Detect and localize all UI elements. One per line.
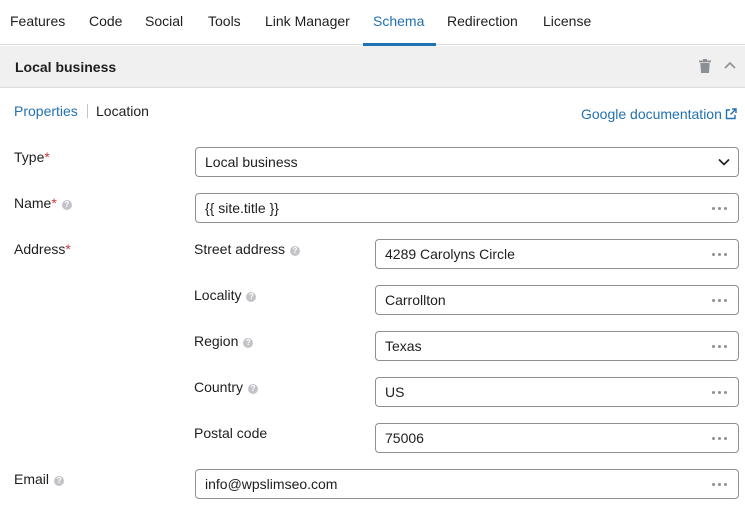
country-label-text: Country [194, 379, 244, 395]
street-address-input[interactable]: 4289 Carolyns Circle [375, 239, 739, 269]
settings-tabs: Features Code Social Tools Link Manager … [0, 0, 745, 46]
region-input[interactable]: Texas [375, 331, 739, 361]
email-label: Email? [14, 471, 65, 487]
help-icon[interactable]: ? [54, 476, 65, 486]
help-icon[interactable]: ? [246, 292, 257, 302]
locality-label: Locality? [194, 287, 257, 303]
name-input[interactable]: {{ site.title }} [195, 193, 739, 223]
tab-link-manager[interactable]: Link Manager [265, 0, 350, 45]
type-label-text: Type [14, 149, 45, 165]
tab-social[interactable]: Social [145, 0, 183, 45]
help-icon[interactable]: ? [248, 384, 259, 394]
more-options-icon[interactable] [712, 207, 728, 211]
help-icon[interactable]: ? [290, 246, 301, 256]
region-value: Texas [385, 338, 422, 354]
type-select-value: Local business [205, 154, 298, 170]
help-icon[interactable]: ? [61, 200, 72, 210]
tab-schema[interactable]: Schema [362, 0, 437, 46]
type-select[interactable]: Local business [195, 147, 739, 177]
name-label-text: Name [14, 195, 52, 211]
more-options-icon[interactable] [712, 345, 728, 349]
email-label-text: Email [14, 471, 50, 487]
chevron-down-icon [718, 158, 730, 166]
street-address-label: Street address? [194, 241, 301, 257]
country-value: US [385, 384, 405, 400]
name-input-value: {{ site.title }} [205, 200, 279, 216]
subtab-divider [87, 104, 88, 118]
street-address-value: 4289 Carolyns Circle [385, 246, 515, 262]
email-input[interactable]: info@wpslimseo.com [195, 469, 739, 499]
country-input[interactable]: US [375, 377, 739, 407]
more-options-icon[interactable] [712, 391, 728, 395]
postal-code-label: Postal code [194, 425, 267, 441]
country-label: Country? [194, 379, 259, 395]
chevron-up-icon[interactable] [723, 60, 737, 70]
help-icon[interactable]: ? [243, 338, 254, 348]
panel-title: Local business [15, 59, 117, 75]
more-options-icon[interactable] [712, 299, 728, 303]
tab-tools[interactable]: Tools [208, 0, 241, 45]
required-marker: * [65, 241, 71, 257]
postal-code-label-text: Postal code [194, 425, 268, 441]
required-marker: * [44, 149, 50, 165]
trash-icon[interactable] [699, 59, 711, 73]
external-link-icon[interactable] [725, 108, 737, 120]
street-address-label-text: Street address [194, 241, 286, 257]
address-label: Address* [14, 241, 71, 257]
required-marker: * [51, 195, 57, 211]
locality-value: Carrollton [385, 292, 446, 308]
google-documentation-link[interactable]: Google documentation [581, 106, 722, 122]
more-options-icon[interactable] [712, 253, 728, 257]
tab-license[interactable]: License [543, 0, 591, 45]
locality-label-text: Locality [194, 287, 242, 303]
name-label: Name*? [14, 195, 72, 211]
email-value: info@wpslimseo.com [205, 476, 338, 492]
region-label-text: Region [194, 333, 239, 349]
postal-code-value: 75006 [385, 430, 424, 446]
postal-code-input[interactable]: 75006 [375, 423, 739, 453]
address-label-text: Address [14, 241, 66, 257]
subtab-properties[interactable]: Properties [14, 103, 78, 119]
tab-features[interactable]: Features [10, 0, 65, 45]
locality-input[interactable]: Carrollton [375, 285, 739, 315]
schema-panel-header[interactable]: Local business [0, 46, 745, 88]
type-label: Type* [14, 149, 50, 165]
subtab-location[interactable]: Location [96, 103, 149, 119]
tab-code[interactable]: Code [89, 0, 122, 45]
more-options-icon[interactable] [712, 437, 728, 441]
tab-redirection[interactable]: Redirection [447, 0, 518, 45]
more-options-icon[interactable] [712, 483, 728, 487]
region-label: Region? [194, 333, 254, 349]
